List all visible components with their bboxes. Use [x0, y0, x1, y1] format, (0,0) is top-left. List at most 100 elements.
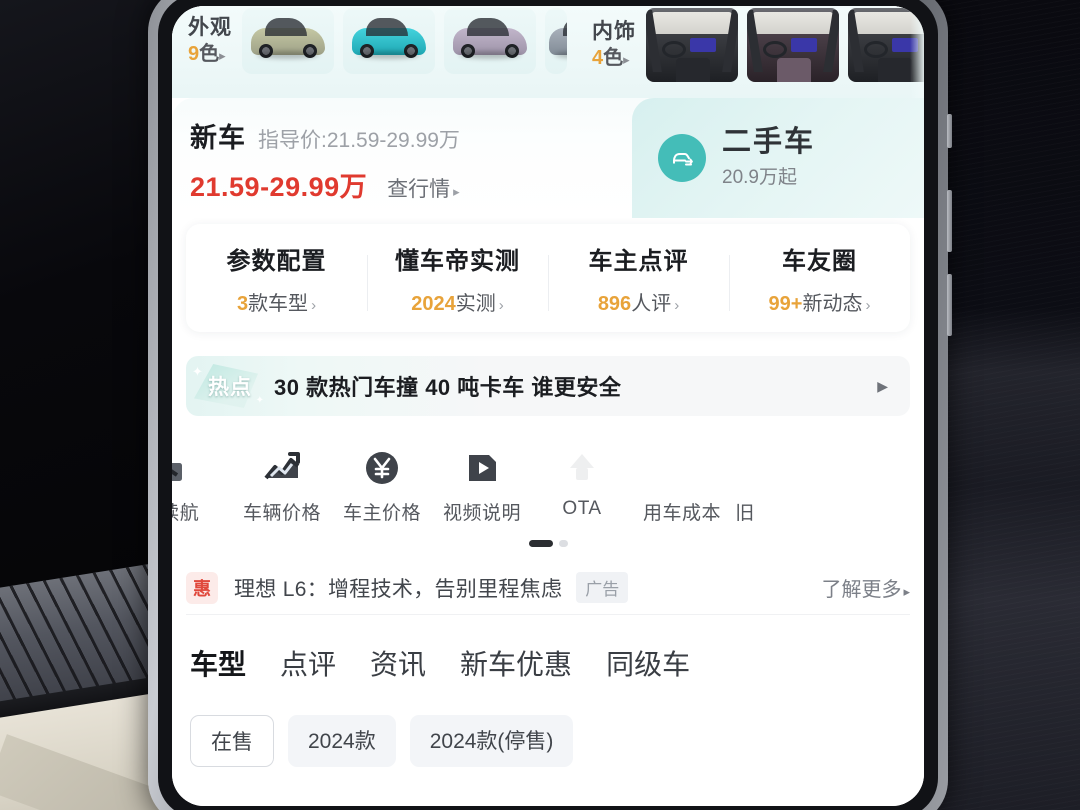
exterior-color-thumb-partial[interactable] [545, 8, 567, 74]
hot-topic-banner[interactable]: ✦ ✦ 热点 30 款热门车撞 40 吨卡车 谁更安全 ▶ [186, 356, 910, 416]
promo-badge-icon: 惠 [186, 571, 218, 604]
price-range-value: 21.59-29.99万 [190, 172, 368, 202]
new-car-guide-line: 新车 指导价:21.59-29.99万 [190, 116, 460, 155]
hot-tag-label: 热点 [208, 376, 252, 399]
play-arrow-icon[interactable]: ▶ [877, 378, 888, 395]
quick-stats-card: 参数配置 3款车型 › 懂车帝实测 2024实测 › 车主点评 896人评 › … [186, 224, 910, 332]
interior-color-group[interactable]: 内饰 4色▸ [576, 8, 924, 82]
stat-value: 2024 [411, 292, 456, 315]
quick-entry-cost[interactable]: 用车成本 [632, 442, 732, 525]
stat-title: 参数配置 [226, 247, 327, 275]
interior-color-thumb[interactable] [747, 8, 839, 82]
page-dot[interactable] [558, 540, 568, 547]
tab-news[interactable]: 资讯 [370, 643, 426, 689]
stat-value: 3 [236, 292, 249, 315]
interior-color-thumb[interactable] [646, 8, 738, 82]
exterior-count-number: 9 [188, 42, 200, 65]
stat-value: 99+ [768, 292, 803, 315]
tab-models[interactable]: 车型 [187, 643, 249, 689]
trade-in-icon [732, 442, 758, 494]
quick-entry-label: OTA [562, 498, 602, 519]
exterior-label-text: 外观 [188, 16, 232, 40]
chevron-right-icon: › [311, 296, 317, 314]
yuan-circle-icon [332, 442, 432, 494]
car-silhouette [549, 18, 567, 55]
ad-learn-more-label: 了解更多 [821, 579, 902, 601]
used-car-subtitle: 20.9万起 [722, 167, 797, 189]
tab-new-car-deals[interactable]: 新车优惠 [460, 643, 572, 689]
exterior-count-unit: 色 [199, 42, 220, 65]
interior-count-text: 4色▸ [592, 46, 636, 71]
stat-item-owner-review[interactable]: 车主点评 896人评 › [548, 241, 729, 316]
section-tab-bar[interactable]: 车型 点评 资讯 新车优惠 同级车 [172, 615, 924, 689]
stat-suffix: 人评 [631, 292, 672, 315]
new-car-price-block: 新车 指导价:21.59-29.99万 21.59-29.99万 查行情 ▸ [190, 116, 460, 204]
volume-up-button[interactable] [947, 190, 952, 252]
swatch-scroll-fade [910, 6, 924, 98]
quick-entry-video[interactable]: 视频说明 [432, 442, 532, 525]
stat-title: 懂车帝实测 [395, 247, 520, 275]
quick-entry-label: 车辆价格 [242, 503, 321, 524]
stat-suffix: 实测 [455, 292, 496, 315]
chip-2024-discontinued[interactable]: 2024款(停售) [409, 715, 574, 767]
quick-entry-label: 车主价格 [342, 503, 421, 524]
page-dot-active[interactable] [528, 540, 553, 547]
chevron-right-icon: ▸ [219, 47, 226, 63]
check-market-link[interactable]: 查行情 ▸ [387, 173, 460, 203]
chevron-right-icon: › [498, 296, 504, 314]
exterior-color-group[interactable]: 外观 9色▸ [172, 8, 576, 74]
stat-suffix: 新动态 [802, 292, 863, 315]
model-year-filter-chips[interactable]: 在售 2024款 2024款(停售) [172, 689, 924, 767]
stat-sub: 896人评 › [548, 287, 729, 316]
advertisement-row[interactable]: 惠 理想 L6：增程技术，告别里程焦虑 广告 了解更多 ▸ [186, 561, 910, 615]
interior-label-text: 内饰 [592, 20, 636, 44]
check-market-label: 查行情 [387, 178, 451, 201]
stat-item-spec[interactable]: 参数配置 3款车型 › [186, 241, 367, 316]
stat-sub: 3款车型 › [186, 287, 367, 316]
chevron-right-icon: ▸ [623, 51, 630, 67]
exterior-color-thumb[interactable] [343, 8, 435, 74]
price-section: 二手车 20.9万起 新车 指导价:21.59-29.99万 21.59-29.… [172, 98, 924, 218]
mute-switch-button[interactable] [947, 114, 952, 148]
price-trend-chart-icon [232, 442, 332, 494]
guide-price-label: 指导价:21.59-29.99万 [258, 129, 460, 152]
stat-sub: 2024实测 › [367, 287, 548, 316]
tab-reviews[interactable]: 点评 [280, 643, 336, 689]
stat-item-community[interactable]: 车友圈 99+新动态 › [729, 241, 910, 316]
chip-on-sale[interactable]: 在售 [190, 715, 274, 767]
hot-tag-badge: ✦ ✦ 热点 [186, 356, 274, 416]
stat-value: 896 [597, 292, 632, 315]
phone-bezel: 外观 9色▸ 内饰 4色▸ 二手车 20.9万起 新车 指导价:21.59-29… [158, 0, 938, 810]
quick-entry-label: 用车成本 [642, 503, 721, 524]
exterior-count-text: 9色▸ [188, 42, 232, 67]
quick-entry-icon-row[interactable]: 三续航 车辆价格 [172, 442, 924, 538]
quick-entry-label: 三续航 [172, 503, 200, 524]
new-car-title: 新车 [190, 123, 246, 153]
stat-item-review-test[interactable]: 懂车帝实测 2024实测 › [367, 241, 548, 316]
used-car-texts: 二手车 20.9万起 [722, 126, 815, 190]
tab-same-class-cars[interactable]: 同级车 [606, 643, 690, 689]
car-detail-page: 外观 9色▸ 内饰 4色▸ 二手车 20.9万起 新车 指导价:21.59-29… [172, 6, 924, 806]
ad-learn-more-link[interactable]: 了解更多 ▸ [821, 573, 910, 602]
quick-entry-range[interactable]: 三续航 [172, 442, 220, 525]
exterior-color-thumb[interactable] [444, 8, 536, 74]
phone-screen: 外观 9色▸ 内饰 4色▸ 二手车 20.9万起 新车 指导价:21.59-29… [172, 6, 924, 806]
quick-entry-vehicle-price[interactable]: 车辆价格 [232, 442, 332, 525]
car-silhouette [352, 18, 426, 58]
volume-down-button[interactable] [947, 274, 952, 336]
battery-range-icon [172, 442, 220, 494]
sparkle-icon: ✦ [255, 395, 264, 406]
new-car-price-line: 21.59-29.99万 查行情 ▸ [190, 165, 460, 204]
sparkle-icon: ✦ [192, 364, 203, 379]
color-swatch-strip[interactable]: 外观 9色▸ 内饰 4色▸ [172, 6, 924, 98]
chevron-right-icon: › [674, 296, 680, 314]
exterior-color-thumb[interactable] [242, 8, 334, 74]
chip-2024[interactable]: 2024款 [288, 715, 396, 767]
ad-text: 理想 L6：增程技术，告别里程焦虑 [234, 577, 563, 601]
quick-entry-ota[interactable]: OTA [532, 442, 632, 520]
quick-entry-label: 旧 [735, 503, 755, 524]
hot-topic-text: 30 款热门车撞 40 吨卡车 谁更安全 [274, 375, 622, 400]
used-car-panel[interactable]: 二手车 20.9万起 [632, 98, 924, 218]
quick-entry-trade-in[interactable]: 旧 [732, 442, 758, 525]
quick-entry-owner-price[interactable]: 车主价格 [332, 442, 432, 525]
